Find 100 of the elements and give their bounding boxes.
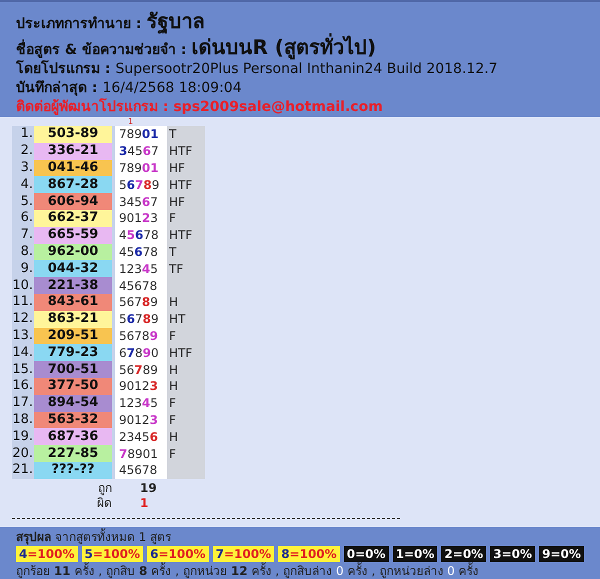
- contact-text: ติดต่อผู้พัฒนาโปรแกรม : sps2009sale@hotmail.com: [16, 98, 384, 117]
- row-number: 6.: [12, 210, 34, 227]
- lottery-number: ???-??: [34, 462, 112, 479]
- row-number: 2.: [12, 142, 34, 160]
- digit-set: 78901: [115, 126, 167, 143]
- digit-percent-badge: 8=100%: [278, 546, 340, 562]
- separator: ,: [98, 564, 102, 578]
- lottery-number: 863-21: [34, 310, 112, 328]
- lottery-number: 336-21: [34, 142, 112, 160]
- row-number: 18.: [12, 412, 34, 428]
- separator: ,: [372, 564, 376, 578]
- prediction-type-value: รัฐบาล: [146, 8, 204, 34]
- digit-set: 78901: [115, 160, 167, 176]
- lottery-number: 700-51: [34, 361, 112, 378]
- row-number: 17.: [12, 394, 34, 412]
- hit-result: F: [167, 445, 205, 462]
- prediction-type-label: ประเภทการทำนาย :: [16, 15, 142, 34]
- hit-result: H: [167, 378, 205, 395]
- row-number: 19.: [12, 428, 34, 446]
- digit-percent-badge: 0=0%: [344, 546, 389, 562]
- hit-count: ถูกหน่วย 12 ครั้ง: [183, 564, 272, 578]
- digit-set: 34567: [115, 193, 167, 210]
- separator: ,: [275, 564, 280, 578]
- hit-result: T: [167, 126, 205, 143]
- digit-set: 45678: [115, 462, 167, 479]
- lottery-number: 662-37: [34, 210, 112, 227]
- separator: ,: [175, 564, 180, 578]
- hit-result: HTF: [167, 176, 205, 194]
- digit-set: 45678: [115, 226, 167, 244]
- hit-result: H: [167, 428, 205, 446]
- row-number: 13.: [12, 328, 34, 344]
- program-name: Supersootr20Plus Personal Inthanin24 Build 2018.12.7: [115, 60, 498, 79]
- digit-set: 45678: [115, 277, 167, 294]
- lottery-number: 606-94: [34, 193, 112, 210]
- row-number: 10.: [12, 277, 34, 294]
- wrong-count: 1: [139, 496, 150, 511]
- hit-count: ถูกสิบ 8 ครั้ง: [106, 564, 172, 578]
- summary-title: สรุปผล จากสูตรทั้งหมด 1 สูตร: [16, 530, 172, 544]
- formula-name-label: ชื่อสูตร & ข้อความช่วยจำ :: [16, 41, 186, 60]
- lottery-number: 563-32: [34, 412, 112, 428]
- row-number: 8.: [12, 244, 34, 260]
- last-saved-label: บันทึกล่าสุด :: [16, 79, 98, 98]
- correct-count: 19: [139, 480, 158, 496]
- row-number: 12.: [12, 310, 34, 328]
- lottery-number: 867-28: [34, 176, 112, 194]
- program-label: โดยโปรแกรม :: [16, 60, 110, 79]
- digit-set: 56789: [115, 310, 167, 328]
- lottery-number: 962-00: [34, 244, 112, 260]
- lottery-number: 221-38: [34, 277, 112, 294]
- row-number: 5.: [12, 193, 34, 210]
- row-number: 1.: [12, 126, 34, 143]
- hit-result: T: [167, 244, 205, 260]
- row-number: 4.: [12, 176, 34, 194]
- digit-set: 12345: [115, 260, 167, 278]
- hit-result: F: [167, 210, 205, 227]
- hit-result: [167, 462, 205, 479]
- digit-set: 45678: [115, 244, 167, 260]
- lottery-number: 227-85: [34, 445, 112, 462]
- lottery-number: 377-50: [34, 378, 112, 395]
- formula-name-value: เด่นบนR (สูตรทั่วไป): [191, 34, 376, 60]
- hit-count: ถูกหน่วยล่าง 0 ครั้ง: [379, 564, 479, 578]
- hit-result: HTF: [167, 142, 205, 160]
- digit-set: 34567: [115, 142, 167, 160]
- row-number: 21.: [12, 462, 34, 479]
- hit-result: HF: [167, 160, 205, 176]
- row-number: 20.: [12, 445, 34, 462]
- digit-percent-badge: 4=100%: [16, 546, 78, 562]
- hit-result: F: [167, 412, 205, 428]
- row-number: 14.: [12, 344, 34, 362]
- lottery-number: 041-46: [34, 160, 112, 176]
- hit-result: HTF: [167, 344, 205, 362]
- wrong-label: ผิด: [96, 496, 112, 511]
- lottery-number: 503-89: [34, 126, 112, 143]
- digit-percent-badge: 7=100%: [212, 546, 274, 562]
- digit-set: 67890: [115, 344, 167, 362]
- lottery-number: 044-32: [34, 260, 112, 278]
- digit-set: 12345: [115, 394, 167, 412]
- hit-result: HF: [167, 193, 205, 210]
- digit-percent-badge: 3=0%: [490, 546, 536, 562]
- row-number: 15.: [12, 361, 34, 378]
- digit-set: 56789: [115, 176, 167, 194]
- digit-percent-badge: 5=100%: [82, 546, 144, 562]
- digit-set: 90123: [115, 412, 167, 428]
- row-number: 7.: [12, 226, 34, 244]
- hit-count: ถูกร้อย 11 ครั้ง: [16, 564, 94, 578]
- hit-count: ถูกสิบล่าง 0 ครั้ง: [283, 564, 368, 578]
- hit-result: H: [167, 361, 205, 378]
- lottery-number: 843-61: [34, 294, 112, 311]
- row-number: 11.: [12, 294, 34, 311]
- digit-percent-badge: 1=0%: [392, 546, 438, 562]
- digit-set: 90123: [115, 210, 167, 227]
- digit-set: 23456: [115, 428, 167, 446]
- digit-set: 78901: [115, 445, 167, 462]
- lottery-number: 209-51: [34, 328, 112, 344]
- digit-set: 90123: [115, 378, 167, 395]
- lottery-number: 779-23: [34, 344, 112, 362]
- digit-set: 56789: [115, 294, 167, 311]
- column-marker: 1: [128, 117, 134, 126]
- digit-percent-badge: 6=100%: [147, 546, 209, 562]
- hit-result: H: [167, 294, 205, 311]
